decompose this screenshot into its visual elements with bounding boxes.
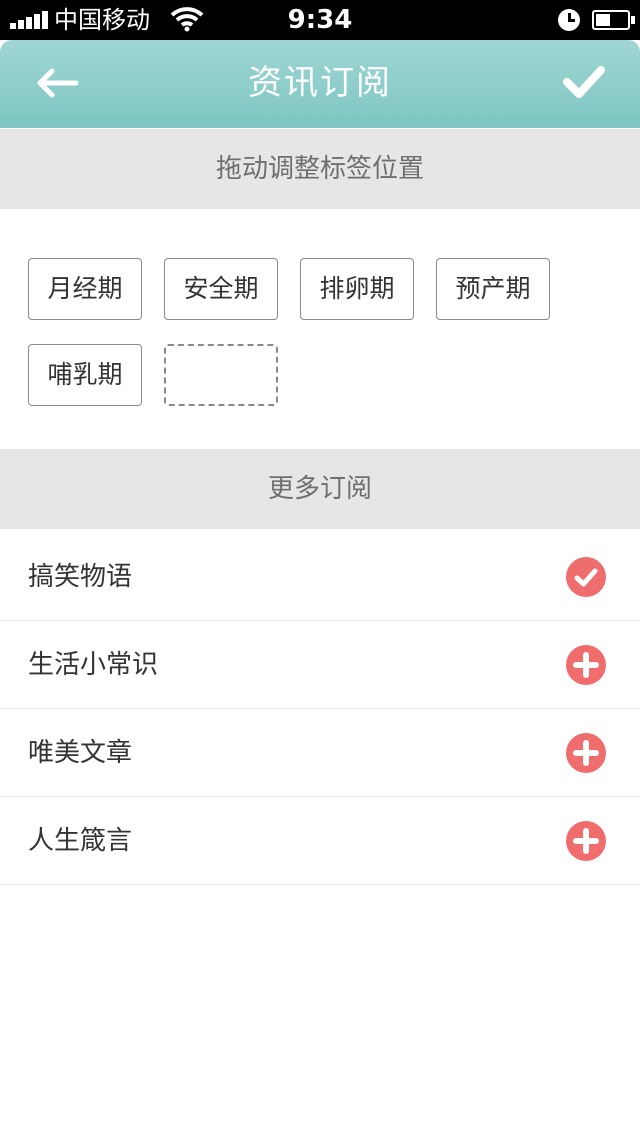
battery-tip [631,16,635,24]
alarm-clock-icon [558,9,580,31]
more-subscriptions-header: 更多订阅 [0,449,640,529]
subscription-item[interactable]: 唯美文章 [0,709,640,797]
subscription-label: 生活小常识 [28,650,159,680]
subscription-label: 人生箴言 [28,826,133,856]
subscription-label: 唯美文章 [28,738,133,768]
tag-ovulation[interactable]: 排卵期 [300,258,414,320]
plus-circle-icon[interactable] [566,645,606,685]
subscription-label: 搞笑物语 [28,562,133,592]
plus-circle-icon[interactable] [566,821,606,861]
page-title: 资讯订阅 [248,63,392,103]
empty-tag-slot [164,344,278,406]
screen: 中国移动 9:34 资讯订阅 拖动调整标签位置 月经期 安全期 排卵期 预产期 … [0,0,640,1136]
plus-circle-icon[interactable] [566,733,606,773]
check-icon [563,66,605,98]
confirm-button[interactable] [556,58,612,106]
tag-due-date[interactable]: 预产期 [436,258,550,320]
subscription-item[interactable]: 人生箴言 [0,797,640,885]
subscription-item[interactable]: 搞笑物语 [0,533,640,621]
status-bar: 中国移动 9:34 [0,0,640,40]
tag-safe-period[interactable]: 安全期 [164,258,278,320]
subscription-item[interactable]: 生活小常识 [0,621,640,709]
drag-hint-header: 拖动调整标签位置 [0,129,640,209]
checkmark-circle-icon[interactable] [566,557,606,597]
battery-level [596,14,610,26]
status-time: 9:34 [287,5,353,35]
tag-menstrual[interactable]: 月经期 [28,258,142,320]
battery-icon [592,10,630,30]
tag-lactation[interactable]: 哺乳期 [28,344,142,406]
